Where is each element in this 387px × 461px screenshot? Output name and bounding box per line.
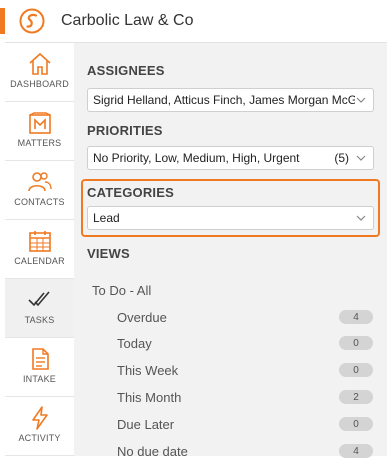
sidebar-item-dashboard[interactable]: DASHBOARD bbox=[5, 43, 74, 102]
view-label: Today bbox=[117, 335, 152, 351]
categories-title: CATEGORIES bbox=[87, 185, 174, 200]
sidebar-nav: DASHBOARD MATTERS CONTACTS CALENDAR TASK… bbox=[5, 43, 75, 456]
view-item-this-week[interactable]: This Week 0 bbox=[117, 360, 373, 380]
home-icon bbox=[28, 52, 51, 75]
priorities-title: PRIORITIES bbox=[87, 123, 163, 138]
view-item-no-due-date[interactable]: No due date 4 bbox=[117, 441, 373, 461]
count-badge: 0 bbox=[339, 336, 373, 350]
view-item-this-month[interactable]: This Month 2 bbox=[117, 387, 373, 407]
logo-icon bbox=[19, 8, 45, 34]
view-label: Due Later bbox=[117, 416, 175, 432]
checkmarks-icon bbox=[27, 291, 50, 307]
views-title: VIEWS bbox=[87, 246, 130, 261]
sidebar-item-intake[interactable]: INTAKE bbox=[5, 338, 74, 397]
document-icon bbox=[31, 348, 49, 370]
chevron-down-icon bbox=[356, 155, 366, 161]
sidebar-item-label: TASKS bbox=[24, 315, 55, 325]
sidebar-item-label: DASHBOARD bbox=[10, 79, 69, 89]
sidebar-item-label: CALENDAR bbox=[14, 256, 65, 266]
priorities-value: No Priority, Low, Medium, High, Urgent bbox=[93, 151, 300, 165]
assignees-select[interactable]: Sigrid Helland, Atticus Finch, James Mor… bbox=[87, 88, 374, 112]
categories-value: Lead bbox=[93, 211, 120, 225]
view-label: This Month bbox=[117, 389, 182, 405]
users-icon bbox=[27, 172, 52, 192]
count-badge: 2 bbox=[339, 390, 373, 404]
view-label: No due date bbox=[117, 443, 188, 459]
chevron-down-icon bbox=[356, 215, 366, 221]
categories-select[interactable]: Lead bbox=[87, 206, 374, 230]
view-item-today[interactable]: Today 0 bbox=[117, 333, 373, 353]
task-filter-panel: ASSIGNEES Sigrid Helland, Atticus Finch,… bbox=[74, 43, 387, 459]
count-badge: 0 bbox=[339, 363, 373, 377]
lightning-icon bbox=[31, 406, 48, 430]
view-label: This Week bbox=[117, 362, 179, 378]
sidebar-item-tasks[interactable]: TASKS bbox=[5, 279, 74, 338]
chevron-down-icon bbox=[356, 97, 366, 103]
calendar-icon bbox=[28, 231, 51, 252]
sidebar-item-activity[interactable]: ACTIVITY bbox=[5, 397, 74, 456]
sidebar-item-matters[interactable]: MATTERS bbox=[5, 102, 74, 161]
app-title: Carbolic Law & Co bbox=[61, 12, 194, 29]
sidebar-item-contacts[interactable]: CONTACTS bbox=[5, 161, 74, 220]
assignees-title: ASSIGNEES bbox=[87, 63, 165, 78]
sidebar-item-label: INTAKE bbox=[22, 374, 57, 384]
app-header: Carbolic Law & Co bbox=[5, 0, 387, 43]
sidebar-item-label: MATTERS bbox=[17, 138, 62, 148]
count-badge: 4 bbox=[339, 310, 373, 324]
assignees-value: Sigrid Helland, Atticus Finch, James Mor… bbox=[93, 93, 355, 107]
view-label: Overdue bbox=[117, 309, 167, 325]
priorities-count: (5) bbox=[334, 151, 349, 165]
count-badge: 0 bbox=[339, 417, 373, 431]
view-item-due-later[interactable]: Due Later 0 bbox=[117, 414, 373, 434]
sidebar-item-label: ACTIVITY bbox=[18, 433, 61, 443]
priorities-select[interactable]: No Priority, Low, Medium, High, Urgent (… bbox=[87, 146, 374, 170]
sidebar-item-label: CONTACTS bbox=[14, 197, 65, 207]
view-todo-all[interactable]: To Do - All bbox=[92, 283, 151, 298]
view-item-overdue[interactable]: Overdue 4 bbox=[117, 307, 373, 327]
briefcase-icon bbox=[28, 112, 51, 134]
sidebar-item-calendar[interactable]: CALENDAR bbox=[5, 220, 74, 279]
